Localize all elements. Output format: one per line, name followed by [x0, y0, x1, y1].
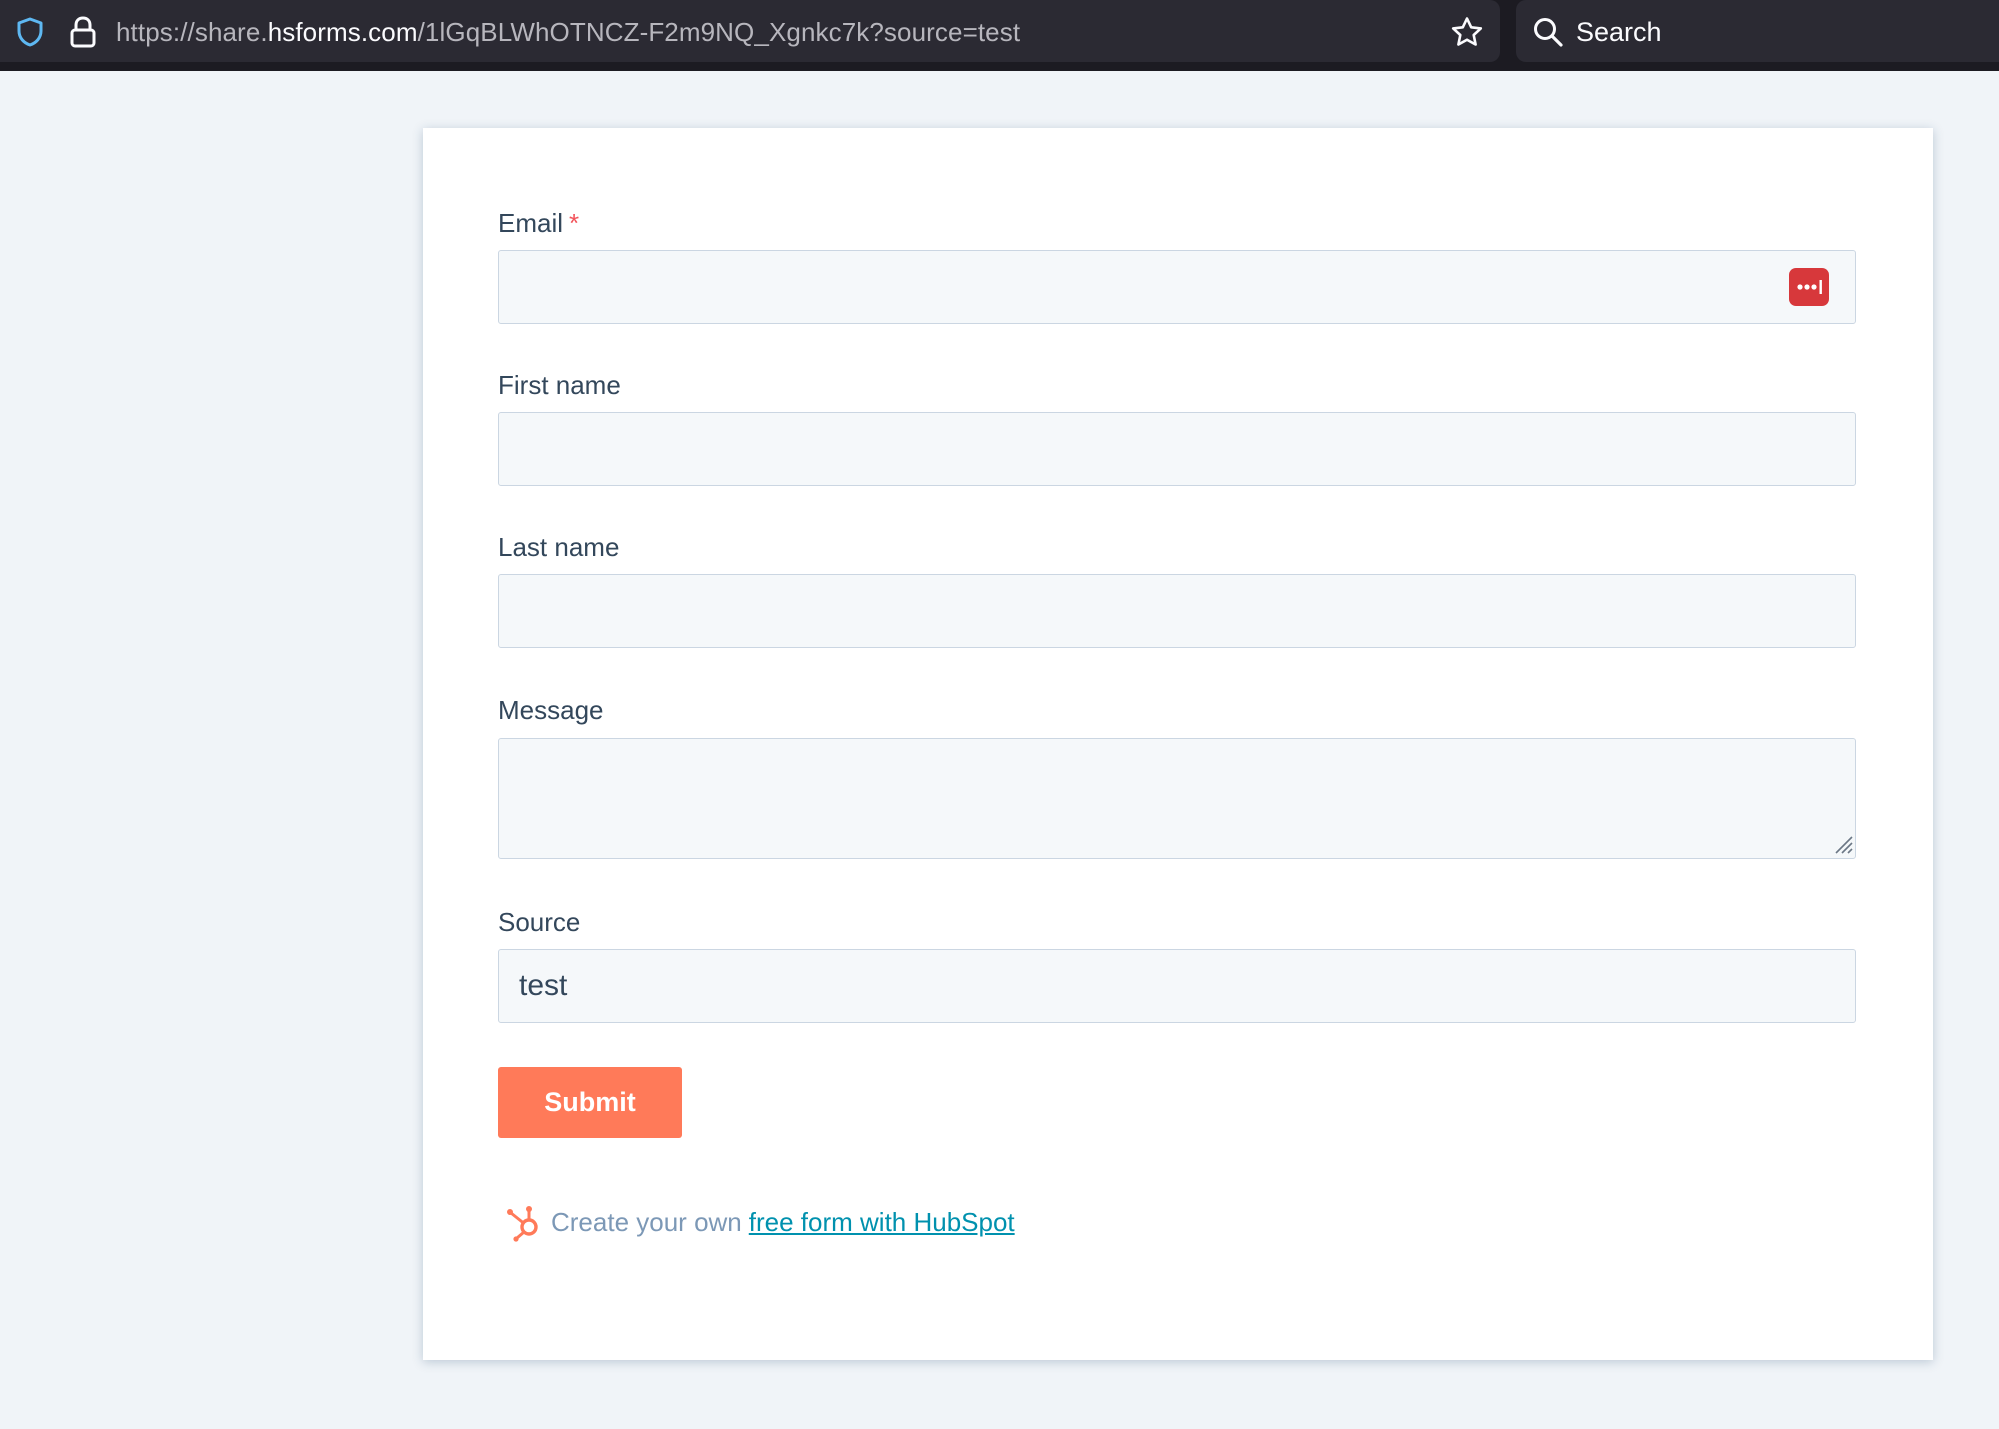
url-domain: hsforms.com: [267, 17, 418, 47]
required-indicator: *: [569, 208, 580, 238]
message-label: Message: [498, 695, 604, 725]
last-name-label: Last name: [498, 532, 620, 562]
source-label: Source: [498, 907, 581, 937]
source-field[interactable]: [498, 949, 1856, 1023]
hubspot-logo-icon: [507, 1206, 538, 1242]
email-label-text: Email: [498, 208, 564, 238]
url-prefix: https://share.: [116, 17, 268, 47]
url-path: /1lGqBLWhOTNCZ-F2m9NQ_Xgnkc7k?source=tes…: [417, 17, 1021, 47]
resize-handle-icon[interactable]: [1832, 833, 1854, 855]
hubspot-footer: Create your own free form with HubSpot: [505, 1202, 1015, 1242]
submit-button[interactable]: Submit: [498, 1067, 682, 1138]
lock-icon[interactable]: [68, 15, 98, 49]
search-label: Search: [1576, 17, 1662, 47]
star-icon[interactable]: [1450, 16, 1484, 48]
url-text[interactable]: https://share.hsforms.com/1lGqBLWhOTNCZ-…: [116, 17, 1020, 47]
hubspot-form: Email * First name Last name Message Sour…: [423, 128, 1933, 1360]
search-icon: [1534, 18, 1563, 47]
last-name-field[interactable]: [498, 574, 1856, 648]
first-name-label: First name: [498, 370, 621, 400]
message-field[interactable]: [498, 738, 1856, 859]
browser-search-box[interactable]: Search: [1516, 0, 1999, 62]
email-label: Email *: [498, 207, 579, 239]
footer-text: Create your own: [551, 1206, 742, 1237]
address-bar[interactable]: https://share.hsforms.com/1lGqBLWhOTNCZ-…: [0, 0, 1500, 62]
hubspot-link[interactable]: free form with HubSpot: [749, 1207, 1015, 1238]
browser-toolbar: https://share.hsforms.com/1lGqBLWhOTNCZ-…: [0, 0, 1999, 71]
shield-icon[interactable]: [14, 16, 46, 48]
password-manager-icon[interactable]: [1789, 268, 1829, 306]
email-field[interactable]: [498, 250, 1856, 324]
first-name-field[interactable]: [498, 412, 1856, 486]
